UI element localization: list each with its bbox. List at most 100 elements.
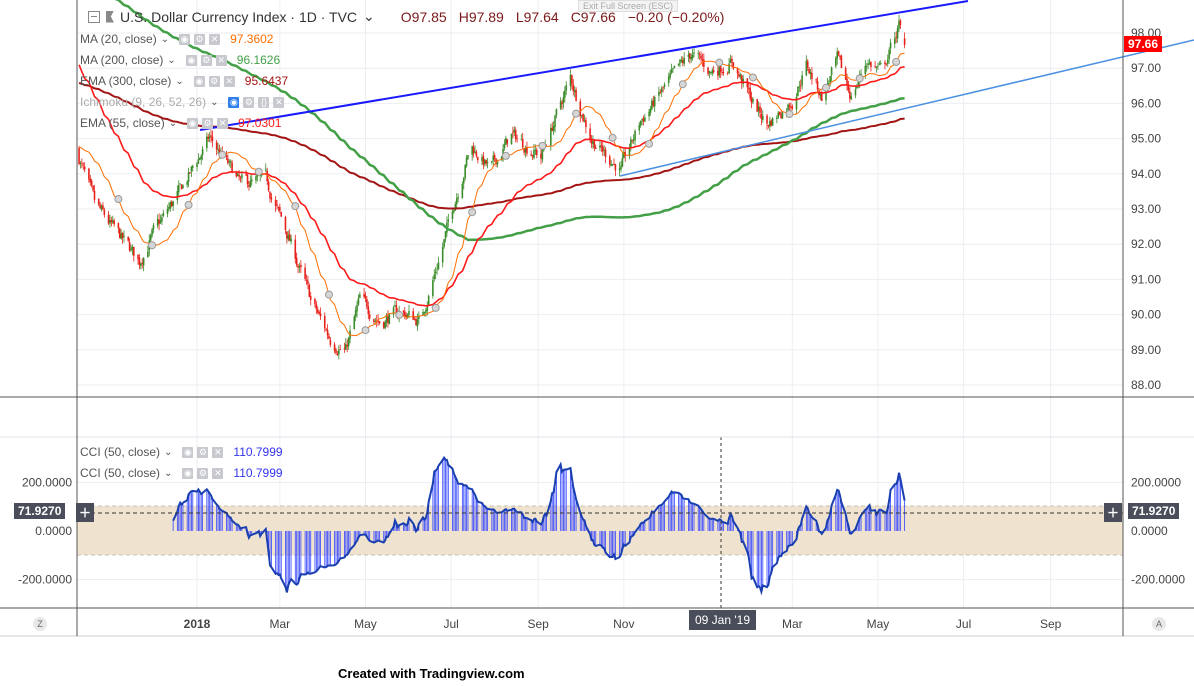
candle-body: [359, 294, 361, 298]
indicator-label[interactable]: MA (200, close): [80, 53, 163, 67]
indicator-legend-row[interactable]: EMA (55, close) ⌄ ◉ ⚙ ✕ 97.0301: [80, 116, 281, 130]
cci-legend-row[interactable]: CCI (50, close) ⌄ ◉ ⚙ ✕ 110.7999: [80, 445, 283, 459]
candle-body: [276, 204, 278, 206]
low-value: L97.64: [515, 8, 559, 25]
candle-body: [589, 128, 591, 141]
candle-body: [806, 61, 809, 68]
eye-icon[interactable]: ◉: [185, 54, 197, 66]
close-icon[interactable]: ✕: [273, 96, 285, 108]
candle-body: [552, 125, 555, 131]
indicator-label[interactable]: EMA (300, close): [80, 74, 171, 88]
price-tick-label: 88.00: [1131, 378, 1161, 392]
cci-label[interactable]: CCI (50, close): [80, 445, 160, 459]
chevron-down-icon[interactable]: ⌄: [169, 118, 177, 129]
candle-body: [620, 165, 622, 170]
chevron-down-icon[interactable]: ⌄: [363, 8, 375, 25]
chevron-down-icon[interactable]: ⌄: [210, 97, 218, 108]
candle-body: [444, 231, 447, 239]
eye-icon[interactable]: ◉: [193, 75, 205, 87]
crosshair-plus-icon-left[interactable]: ＋: [76, 503, 95, 522]
chevron-down-icon[interactable]: ⌄: [161, 34, 169, 45]
candle-body: [120, 233, 122, 239]
crosshair-plus-icon-right[interactable]: ＋: [1104, 503, 1123, 522]
indicator-label[interactable]: Ichimoku (9, 26, 52, 26): [80, 95, 206, 109]
indicator-legend-row[interactable]: EMA (300, close) ⌄ ◉ ⚙ ✕ 95.6437: [80, 74, 288, 88]
chevron-down-icon[interactable]: ⌄: [175, 76, 183, 87]
indicator-label[interactable]: EMA (55, close): [80, 116, 165, 130]
cci-tick-label-left: 200.0000: [22, 476, 72, 490]
eye-icon[interactable]: ◉: [182, 446, 194, 458]
candle-body: [482, 156, 485, 165]
indicator-legend-row[interactable]: MA (200, close) ⌄ ◉ ⚙ ✕ 96.1626: [80, 53, 280, 67]
chevron-down-icon[interactable]: ⌄: [167, 55, 175, 66]
close-icon[interactable]: ✕: [217, 117, 229, 129]
gear-icon[interactable]: ⚙: [202, 117, 214, 129]
gear-icon[interactable]: ⚙: [197, 446, 209, 458]
high-value: H97.89: [458, 8, 504, 25]
collapse-icon[interactable]: [88, 10, 100, 23]
indicator-legend-row[interactable]: Ichimoku (9, 26, 52, 26) ⌄ ◉ ⚙{} ✕: [80, 95, 294, 109]
candle-body: [850, 96, 853, 100]
ichimoku-marker: [608, 133, 617, 142]
cci-legend-row[interactable]: CCI (50, close) ⌄ ◉ ⚙ ✕ 110.7999: [80, 466, 283, 480]
ichimoku-marker: [715, 58, 724, 67]
candle-body: [363, 294, 365, 297]
candle-body: [441, 247, 444, 263]
candle-body: [739, 74, 742, 77]
candle-body: [777, 112, 780, 118]
eye-icon[interactable]: ◉: [182, 467, 194, 479]
gear-icon[interactable]: ⚙: [197, 467, 209, 479]
hidden-eye-icon[interactable]: ◉: [228, 96, 240, 108]
candle-body: [88, 168, 90, 180]
cci-label[interactable]: CCI (50, close): [80, 466, 160, 480]
candle-body: [433, 274, 436, 280]
candle-body: [130, 248, 132, 251]
candle-body: [269, 191, 271, 199]
close-icon[interactable]: ✕: [212, 467, 224, 479]
candle-body: [641, 119, 643, 121]
auto-scale-button[interactable]: A: [1152, 617, 1166, 631]
close-icon[interactable]: ✕: [215, 54, 227, 66]
candle-body: [503, 144, 506, 149]
candle-body: [93, 190, 96, 200]
gear-icon[interactable]: ⚙: [208, 75, 220, 87]
candle-body: [200, 155, 203, 159]
candle-body: [762, 116, 764, 120]
eye-icon[interactable]: ◉: [187, 117, 199, 129]
z-button[interactable]: Z: [33, 617, 47, 631]
candle-body: [156, 219, 159, 226]
close-icon[interactable]: ✕: [209, 33, 221, 45]
candle-body: [551, 127, 554, 131]
close-icon[interactable]: ✕: [223, 75, 235, 87]
candle-body: [749, 87, 751, 99]
candle-body: [521, 139, 524, 148]
symbol-title[interactable]: U.S. Dollar Currency Index · 1D · TVC: [120, 9, 357, 25]
candle-body: [530, 154, 532, 156]
indicator-legend-row[interactable]: MA (20, close) ⌄ ◉ ⚙ ✕ 97.3602: [80, 32, 273, 46]
candle-body: [698, 53, 701, 55]
time-tick-label: Mar: [782, 617, 803, 631]
candle-body: [669, 73, 671, 78]
eye-icon[interactable]: ◉: [179, 33, 191, 45]
candle-body: [295, 257, 298, 266]
candle-body: [109, 220, 111, 224]
gear-icon[interactable]: ⚙: [200, 54, 212, 66]
candle-body: [199, 157, 201, 160]
candle-body: [461, 183, 464, 199]
lower-trendline[interactable]: [619, 39, 1194, 177]
candle-body: [453, 210, 455, 212]
gear-icon[interactable]: ⚙: [243, 96, 255, 108]
candle-body: [680, 59, 683, 62]
price-tick-label: 94.00: [1131, 167, 1161, 181]
candle-body: [752, 99, 754, 102]
flag-icon[interactable]: [106, 10, 114, 23]
gear-icon[interactable]: ⚙: [194, 33, 206, 45]
indicator-label[interactable]: MA (20, close): [80, 32, 157, 46]
close-icon[interactable]: ✕: [212, 446, 224, 458]
chevron-down-icon[interactable]: ⌄: [164, 468, 172, 479]
chevron-down-icon[interactable]: ⌄: [164, 447, 172, 458]
candle-body: [766, 115, 768, 124]
source-icon[interactable]: {}: [258, 96, 270, 108]
candle-body: [811, 72, 813, 79]
candle-body: [416, 319, 419, 327]
